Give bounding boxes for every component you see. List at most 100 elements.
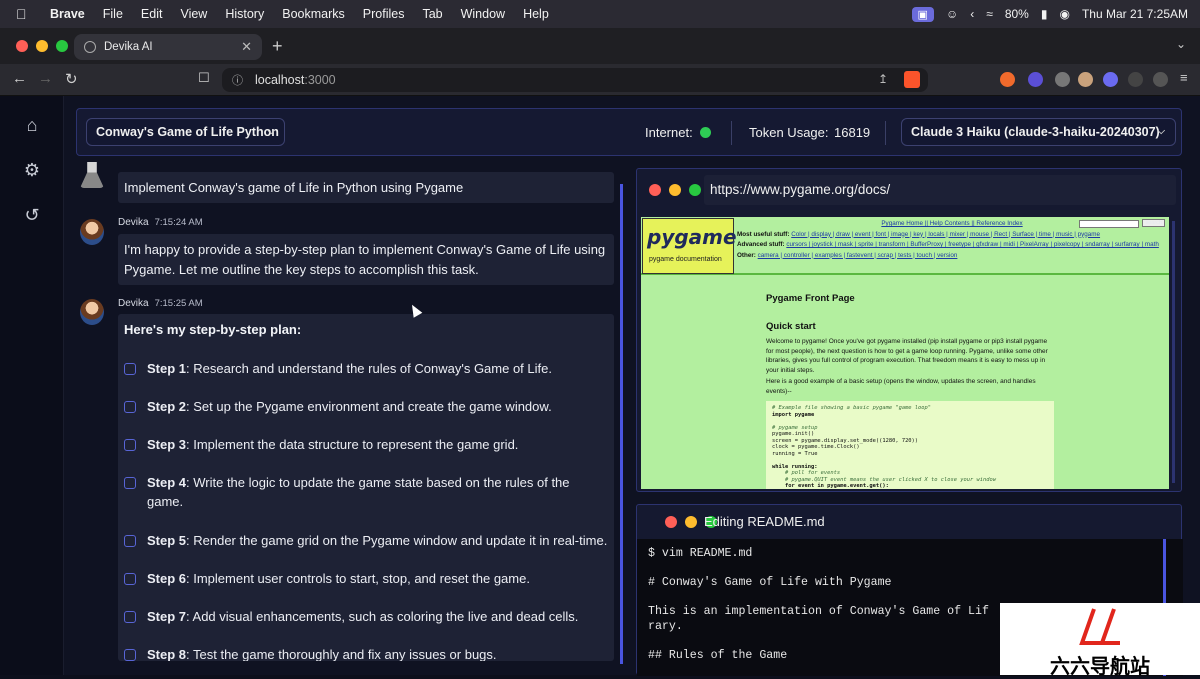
menu-window[interactable]: Window xyxy=(461,7,505,21)
advanced-links[interactable]: cursors | joystick | mask | sprite | tra… xyxy=(786,241,1159,248)
pygame-paragraph: Welcome to pygame! Once you've got pygam… xyxy=(766,338,1048,374)
code-line: # poll for events xyxy=(772,470,841,476)
pygame-logo[interactable]: pygame pygame documentation xyxy=(642,218,737,274)
pygame-section-title: Quick start xyxy=(766,321,816,332)
terminal-line: $ vim README.md xyxy=(648,547,753,560)
browser-scrollbar[interactable] xyxy=(1172,221,1175,483)
bookmark-icon[interactable]: ☐ xyxy=(198,70,210,86)
menu-profiles[interactable]: Profiles xyxy=(363,7,405,21)
extension-icon[interactable] xyxy=(1055,72,1070,87)
extension-icon[interactable] xyxy=(1028,72,1043,87)
address-toolbar: ← → ↻ ☐ ⓘ localhost:3000 ↥ ≡ xyxy=(0,64,1200,96)
menu-tab[interactable]: Tab xyxy=(422,7,442,21)
url-host: localhost xyxy=(255,73,305,87)
puzzle-icon[interactable] xyxy=(1153,72,1168,87)
extension-icon[interactable] xyxy=(1000,72,1015,87)
most-useful-label: Most useful stuff: xyxy=(737,230,790,238)
terminal-line: # Conway's Game of Life with Pygame xyxy=(648,576,892,589)
minimize-window-button[interactable] xyxy=(36,40,48,52)
code-line: clock = pygame.time.Clock() xyxy=(772,444,860,450)
screen-share-icon[interactable]: ▣ xyxy=(911,6,934,22)
menu-help[interactable]: Help xyxy=(523,7,549,21)
control-center-icon[interactable]: ◉ xyxy=(1059,7,1069,21)
url-field[interactable]: ⓘ localhost:3000 ↥ xyxy=(222,68,928,92)
menu-app-name[interactable]: Brave xyxy=(50,7,85,21)
close-tab-icon[interactable]: ✕ xyxy=(241,39,252,55)
terminal-header: Editing README.md xyxy=(637,505,1183,539)
step-label: Step 6 xyxy=(147,571,187,586)
menu-edit[interactable]: Edit xyxy=(141,7,163,21)
yellow-dot xyxy=(685,516,697,528)
red-dot xyxy=(649,184,661,196)
step-text: : Add visual enhancements, such as color… xyxy=(186,609,579,624)
step-label: Step 1 xyxy=(147,361,187,376)
pygame-search-input[interactable] xyxy=(1079,220,1139,228)
chat-scrollbar[interactable] xyxy=(620,184,623,664)
site-info-icon[interactable]: ⓘ xyxy=(232,72,243,88)
menu-file[interactable]: File xyxy=(103,7,123,21)
history-icon[interactable]: ↺ xyxy=(21,204,43,226)
control-panel: Conway's Game of Life Python ⌵ Internet:… xyxy=(76,108,1182,156)
model-select[interactable]: Claude 3 Haiku (claude-3-haiku-20240307)… xyxy=(901,118,1176,146)
new-tab-button[interactable]: + xyxy=(272,36,283,57)
browser-header: https://www.pygame.org/docs/ xyxy=(637,169,1183,211)
menu-icon[interactable]: ≡ xyxy=(1180,70,1188,85)
airpods-icon[interactable]: ☺ xyxy=(946,7,958,21)
extension-icon[interactable] xyxy=(1128,72,1143,87)
step-checkbox[interactable] xyxy=(124,439,136,451)
home-icon[interactable]: ⌂ xyxy=(21,114,43,136)
project-select[interactable]: Conway's Game of Life Python ⌵ xyxy=(86,118,285,146)
message-time: 7:15:25 AM xyxy=(154,298,203,309)
divider xyxy=(731,121,732,145)
pygame-header: pygame pygame documentation Pygame Home … xyxy=(641,217,1169,275)
active-tab[interactable]: Devika AI ✕ xyxy=(74,34,262,60)
menu-bookmarks[interactable]: Bookmarks xyxy=(282,7,345,21)
battery-icon[interactable]: ▮ xyxy=(1041,7,1048,21)
divider xyxy=(885,121,886,145)
message-time: 7:15:24 AM xyxy=(154,217,203,228)
other-label: Other: xyxy=(737,251,756,259)
step-text: : Test the game thoroughly and fix any i… xyxy=(186,647,497,661)
tab-list-chevron-icon[interactable]: ⌄ xyxy=(1176,37,1186,51)
step-checkbox[interactable] xyxy=(124,477,136,489)
user-avatar xyxy=(80,162,104,188)
code-line: import pygame xyxy=(772,411,815,418)
browser-url[interactable]: https://www.pygame.org/docs/ xyxy=(704,175,1176,205)
step-checkbox[interactable] xyxy=(124,573,136,585)
step-text: : Write the logic to update the game sta… xyxy=(147,475,570,509)
code-line: running = True xyxy=(772,450,818,457)
brave-shields-icon[interactable] xyxy=(904,71,920,88)
most-useful-links[interactable]: Color | display | draw | event | font | … xyxy=(791,231,1100,238)
step-checkbox[interactable] xyxy=(124,649,136,661)
step-checkbox[interactable] xyxy=(124,535,136,547)
step-checkbox[interactable] xyxy=(124,611,136,623)
plan-step: Step 3: Implement the data structure to … xyxy=(124,435,608,454)
yellow-dot xyxy=(669,184,681,196)
reload-icon[interactable]: ↻ xyxy=(65,70,78,88)
step-checkbox[interactable] xyxy=(124,401,136,413)
close-window-button[interactable] xyxy=(16,40,28,52)
apple-icon[interactable]:  xyxy=(16,6,32,22)
menu-history[interactable]: History xyxy=(225,7,264,21)
browser-screenshot: pygame pygame documentation Pygame Home … xyxy=(641,217,1169,489)
menu-view[interactable]: View xyxy=(180,7,207,21)
forward-arrow-icon[interactable]: → xyxy=(38,70,53,87)
pygame-search-button[interactable]: search xyxy=(1142,219,1165,227)
menubar-status-area: ▣ ☺ ‹ ≈ 80% ▮ ◉ Thu Mar 21 7:25AM xyxy=(911,0,1188,28)
clock[interactable]: Thu Mar 21 7:25AM xyxy=(1082,7,1188,21)
extension-icon[interactable] xyxy=(1103,72,1118,87)
message-author: Devika xyxy=(118,217,149,228)
share-icon[interactable]: ↥ xyxy=(878,72,888,86)
chevron-left-icon[interactable]: ‹ xyxy=(970,7,974,21)
extension-icon[interactable] xyxy=(1078,72,1093,87)
pygame-code-block: # Example file showing a basic pygame "g… xyxy=(766,401,1054,489)
other-links[interactable]: camera | controller | examples | fasteve… xyxy=(758,252,958,259)
back-arrow-icon[interactable]: ← xyxy=(12,70,27,87)
step-checkbox[interactable] xyxy=(124,363,136,375)
wifi-icon[interactable]: ≈ xyxy=(986,7,993,21)
step-text: : Render the game grid on the Pygame win… xyxy=(186,533,608,548)
maximize-window-button[interactable] xyxy=(56,40,68,52)
settings-gear-icon[interactable]: ⚙ xyxy=(21,159,43,181)
step-label: Step 2 xyxy=(147,399,187,414)
